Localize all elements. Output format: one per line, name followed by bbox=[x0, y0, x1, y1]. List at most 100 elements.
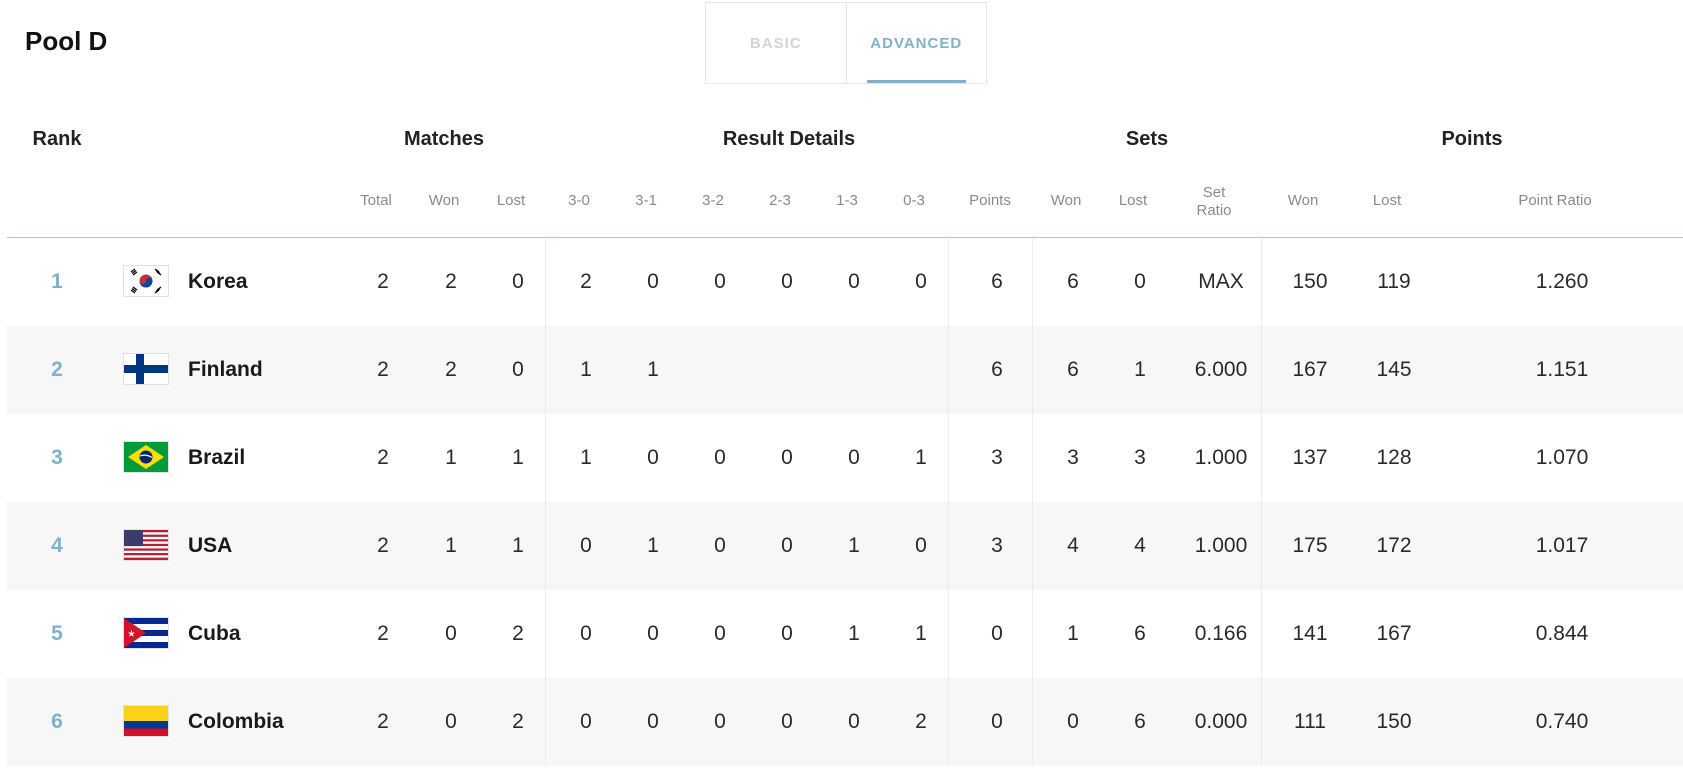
rank-cell: 1 bbox=[51, 270, 63, 293]
set-ratio-cell: 6.000 bbox=[1194, 358, 1248, 381]
sets-lost-cell: 4 bbox=[1134, 534, 1146, 557]
korea-flag-icon bbox=[124, 266, 168, 296]
points-lost-cell: 119 bbox=[1377, 270, 1411, 293]
total-cell: 2 bbox=[377, 710, 389, 733]
matches-header: Matches bbox=[403, 128, 485, 150]
lost-cell: 0 bbox=[512, 270, 524, 293]
colombia-flag-icon bbox=[124, 706, 168, 736]
page-title: Pool D bbox=[25, 26, 108, 56]
points-lost-cell: 172 bbox=[1376, 534, 1412, 557]
r30-cell: 1 bbox=[580, 358, 592, 381]
points-won-cell: 137 bbox=[1292, 446, 1328, 469]
total-cell: 2 bbox=[377, 446, 389, 469]
standings-table: 1 Korea 2 2 0 2 0 0 0 0 0 6 6 0 MAX 150 … bbox=[7, 238, 1683, 766]
usa-flag-icon bbox=[124, 530, 168, 560]
sets-header: Sets bbox=[1125, 128, 1169, 150]
column-divider bbox=[1261, 238, 1262, 766]
col-3-1[interactable]: 3-1 bbox=[635, 192, 657, 210]
points-lost-cell: 145 bbox=[1376, 358, 1412, 381]
r32-cell: 0 bbox=[714, 270, 726, 293]
result-details-header: Result Details bbox=[722, 128, 856, 150]
sets-won-cell: 4 bbox=[1067, 534, 1079, 557]
lost-cell: 2 bbox=[512, 622, 524, 645]
col-1-3[interactable]: 1-3 bbox=[836, 192, 858, 210]
team-name[interactable]: Colombia bbox=[188, 678, 284, 766]
team-name[interactable]: Brazil bbox=[188, 414, 245, 502]
sets-won-cell: 6 bbox=[1067, 358, 1079, 381]
r31-cell: 1 bbox=[647, 534, 659, 557]
rank-cell: 5 bbox=[51, 622, 63, 645]
r30-cell: 0 bbox=[580, 534, 592, 557]
sets-won-cell: 3 bbox=[1067, 446, 1079, 469]
points-cell: 6 bbox=[991, 270, 1003, 293]
brazil-flag-icon bbox=[124, 442, 168, 472]
column-divider bbox=[545, 238, 546, 766]
rank-header: Rank bbox=[32, 128, 82, 150]
col-sets-lost[interactable]: Lost bbox=[1119, 192, 1147, 210]
r03-cell: 0 bbox=[915, 534, 927, 557]
r32-cell: 0 bbox=[714, 446, 726, 469]
col-total[interactable]: Total bbox=[360, 192, 392, 210]
col-matches-lost[interactable]: Lost bbox=[497, 192, 525, 210]
col-point-ratio[interactable]: Point Ratio bbox=[1518, 192, 1591, 210]
points-won-cell: 167 bbox=[1292, 358, 1328, 381]
won-cell: 2 bbox=[445, 358, 457, 381]
col-points-won[interactable]: Won bbox=[1288, 192, 1319, 210]
r13-cell: 0 bbox=[848, 270, 860, 293]
team-name[interactable]: Finland bbox=[188, 326, 263, 414]
sets-won-cell: 6 bbox=[1067, 270, 1079, 293]
col-set-ratio-line1: Set bbox=[1202, 184, 1226, 201]
table-row: 5 Cuba 2 0 2 0 0 0 0 1 1 0 1 6 0.166 141… bbox=[7, 590, 1683, 678]
points-cell: 6 bbox=[991, 358, 1003, 381]
tab-advanced[interactable]: ADVANCED bbox=[845, 3, 987, 83]
col-3-0[interactable]: 3-0 bbox=[568, 192, 590, 210]
sets-won-cell: 0 bbox=[1067, 710, 1079, 733]
r32-cell: 0 bbox=[714, 622, 726, 645]
col-2-3[interactable]: 2-3 bbox=[769, 192, 791, 210]
r31-cell: 0 bbox=[647, 710, 659, 733]
col-0-3[interactable]: 0-3 bbox=[903, 192, 925, 210]
r03-cell: 2 bbox=[915, 710, 927, 733]
col-matches-won[interactable]: Won bbox=[429, 192, 460, 210]
points-won-cell: 175 bbox=[1292, 534, 1328, 557]
col-set-ratio-line2: Ratio bbox=[1196, 202, 1232, 219]
lost-cell: 2 bbox=[512, 710, 524, 733]
points-won-cell: 141 bbox=[1292, 622, 1328, 645]
team-name[interactable]: Korea bbox=[188, 238, 248, 326]
total-cell: 2 bbox=[377, 534, 389, 557]
won-cell: 0 bbox=[445, 622, 457, 645]
total-cell: 2 bbox=[377, 358, 389, 381]
cuba-flag-icon bbox=[124, 618, 168, 648]
r13-cell: 1 bbox=[848, 534, 860, 557]
team-name[interactable]: Cuba bbox=[188, 590, 241, 678]
set-ratio-cell: 0.166 bbox=[1194, 622, 1248, 645]
lost-cell: 0 bbox=[512, 358, 524, 381]
tab-basic[interactable]: BASIC bbox=[706, 3, 846, 83]
r32-cell: 0 bbox=[714, 710, 726, 733]
point-ratio-cell: 1.151 bbox=[1535, 358, 1589, 381]
set-ratio-cell: 1.000 bbox=[1194, 446, 1248, 469]
point-ratio-cell: 0.844 bbox=[1535, 622, 1589, 645]
col-set-ratio[interactable]: Set Ratio bbox=[1196, 184, 1231, 220]
column-divider bbox=[948, 238, 949, 766]
col-sets-won[interactable]: Won bbox=[1051, 192, 1082, 210]
col-points[interactable]: Points bbox=[969, 192, 1011, 210]
table-row: 2 Finland 2 2 0 1 1 6 6 1 6.000 167 145 … bbox=[7, 326, 1683, 414]
r13-cell: 0 bbox=[848, 446, 860, 469]
set-ratio-cell: MAX bbox=[1198, 270, 1244, 293]
points-cell: 3 bbox=[991, 446, 1003, 469]
team-name[interactable]: USA bbox=[188, 502, 232, 590]
points-won-cell: 150 bbox=[1292, 270, 1328, 293]
points-won-cell: 111 bbox=[1294, 710, 1326, 733]
r31-cell: 0 bbox=[647, 446, 659, 469]
r23-cell: 0 bbox=[781, 710, 793, 733]
table-row: 1 Korea 2 2 0 2 0 0 0 0 0 6 6 0 MAX 150 … bbox=[7, 238, 1683, 326]
column-divider bbox=[1032, 238, 1033, 766]
sets-lost-cell: 3 bbox=[1134, 446, 1146, 469]
point-ratio-cell: 1.260 bbox=[1535, 270, 1589, 293]
col-points-lost[interactable]: Lost bbox=[1373, 192, 1401, 210]
point-ratio-cell: 1.017 bbox=[1535, 534, 1589, 557]
col-3-2[interactable]: 3-2 bbox=[702, 192, 724, 210]
points-lost-cell: 128 bbox=[1376, 446, 1412, 469]
r13-cell: 0 bbox=[848, 710, 860, 733]
